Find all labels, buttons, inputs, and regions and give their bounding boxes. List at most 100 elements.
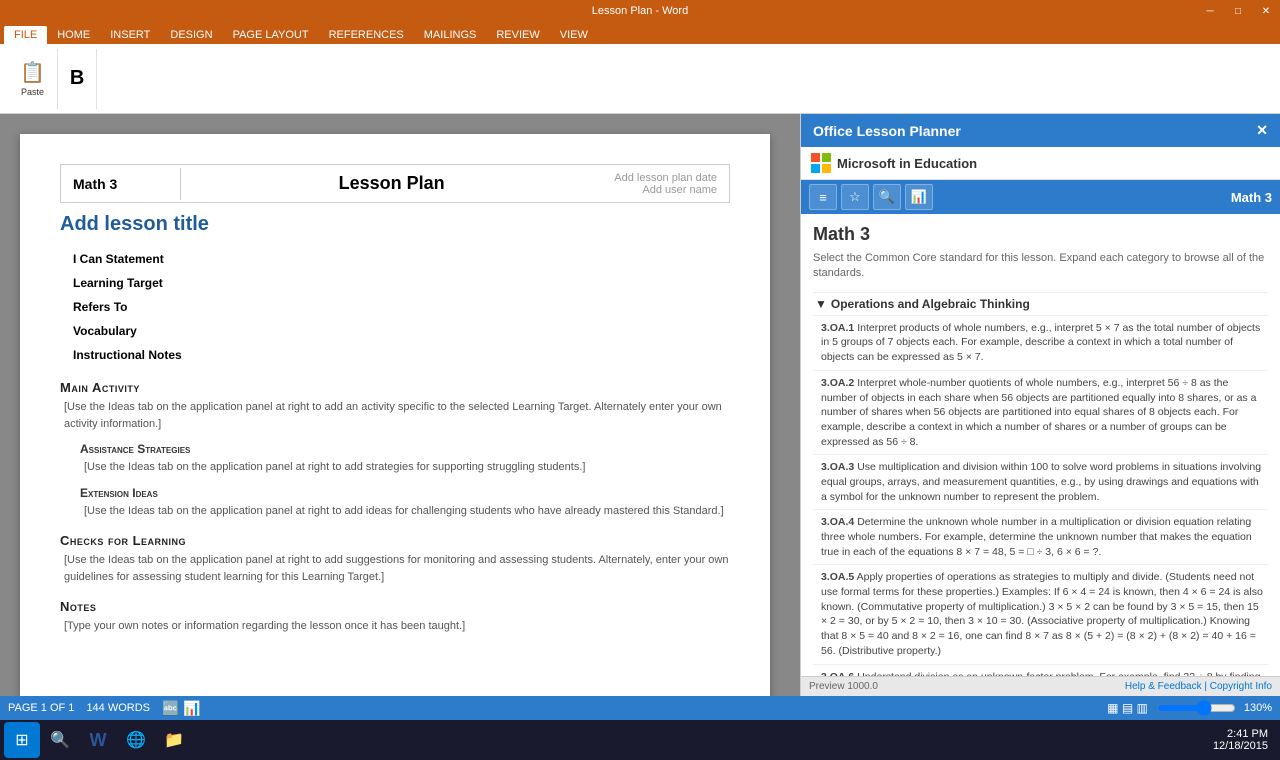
tab-page-layout[interactable]: PAGE LAYOUT [223, 26, 319, 44]
status-view-icons: ▦ ▤ ▥ [1107, 701, 1148, 715]
start-button[interactable]: ⊞ [4, 722, 40, 758]
category-expand-icon: ▼ [815, 297, 827, 311]
panel-list-btn[interactable]: ≡ [809, 184, 837, 210]
status-icons: 🔤 📊 [162, 700, 201, 717]
taskbar-browser[interactable]: 🌐 [118, 722, 154, 758]
tab-home[interactable]: HOME [47, 26, 100, 44]
tab-view[interactable]: VIEW [550, 26, 598, 44]
panel-body: Math 3 Select the Common Core standard f… [801, 214, 1280, 676]
notes-section: Notes [Type your own notes or informatio… [60, 599, 730, 635]
checks-learning-section: Checks for Learning [Use the Ideas tab o… [60, 533, 730, 585]
zoom-slider[interactable] [1156, 701, 1236, 715]
ribbon-group-font: B [58, 49, 97, 109]
microsoft-logo [811, 153, 831, 173]
main-activity-section: Main Activity [Use the Ideas tab on the … [60, 380, 730, 432]
tab-review[interactable]: REVIEW [486, 26, 549, 44]
section-learning-target[interactable]: Learning Target [60, 272, 730, 294]
panel-brand-name: Microsoft in Education [837, 156, 977, 171]
panel-math-label: Math 3 [1231, 190, 1272, 205]
panel-footer-preview: Preview 1000.0 [809, 681, 878, 692]
status-words: 144 WORDS [86, 702, 150, 714]
status-zoom: 130% [1244, 702, 1272, 714]
section-refers-to[interactable]: Refers To [60, 296, 730, 318]
section-vocabulary[interactable]: Vocabulary [60, 320, 730, 342]
notes-content[interactable]: [Type your own notes or information rega… [64, 618, 730, 635]
document-page: Math 3 Lesson Plan Add lesson plan date … [20, 134, 770, 696]
bold-icon: B [70, 67, 84, 90]
standard-item-3oa1[interactable]: 3.OA.1 Interpret products of whole numbe… [813, 315, 1268, 370]
title-text: Lesson Plan - Word [592, 5, 688, 17]
standards-list: ▼ Operations and Algebraic Thinking 3.OA… [813, 292, 1268, 676]
main-activity-title: Main Activity [60, 380, 730, 395]
panel-footer: Preview 1000.0 Help & Feedback | Copyrig… [801, 676, 1280, 696]
assistance-strategies-title: Assistance Strategies [80, 442, 730, 456]
section-list: I Can Statement Learning Target Refers T… [60, 248, 730, 366]
tab-references[interactable]: REFERENCES [319, 26, 414, 44]
assistance-strategies-section: Assistance Strategies [Use the Ideas tab… [80, 442, 730, 476]
taskbar-clock: 2:41 PM 12/18/2015 [1205, 728, 1276, 752]
taskbar-search[interactable]: 🔍 [42, 722, 78, 758]
standard-item-3oa2[interactable]: 3.OA.2 Interpret whole-number quotients … [813, 370, 1268, 454]
status-bar: PAGE 1 OF 1 144 WORDS 🔤 📊 ▦ ▤ ▥ 130% [0, 696, 1280, 720]
taskbar: ⊞ 🔍 W 🌐 📁 2:41 PM 12/18/2015 [0, 720, 1280, 760]
panel-subtitle: Select the Common Core standard for this… [813, 251, 1268, 282]
notes-title: Notes [60, 599, 730, 614]
assistance-strategies-content[interactable]: [Use the Ideas tab on the application pa… [84, 459, 730, 476]
tab-mailings[interactable]: MAILINGS [414, 26, 487, 44]
panel-ideas-btn[interactable]: ☆ [841, 184, 869, 210]
panel-toolbar: ≡ ☆ 🔍 📊 Math 3 [801, 180, 1280, 214]
paste-icon: 📋 [20, 60, 45, 85]
main-activity-content[interactable]: [Use the Ideas tab on the application pa… [64, 399, 730, 432]
section-i-can-statement[interactable]: I Can Statement [60, 248, 730, 270]
doc-lesson-plan-label: Lesson Plan [181, 165, 602, 202]
extension-ideas-title: Extension Ideas [80, 486, 730, 500]
panel-title: Math 3 [813, 224, 1268, 245]
panel-close-btn[interactable]: ✕ [1256, 122, 1268, 139]
category-operations[interactable]: ▼ Operations and Algebraic Thinking [813, 292, 1268, 315]
tab-insert[interactable]: INSERT [100, 26, 160, 44]
taskbar-explorer[interactable]: 📁 [156, 722, 192, 758]
extension-ideas-content[interactable]: [Use the Ideas tab on the application pa… [84, 503, 730, 520]
tab-design[interactable]: DESIGN [160, 26, 222, 44]
document-area: Math 3 Lesson Plan Add lesson plan date … [0, 114, 800, 696]
minimize-btn[interactable]: ─ [1196, 0, 1224, 22]
panel-toolbar-left: ≡ ☆ 🔍 📊 [809, 184, 933, 210]
checks-learning-content[interactable]: [Use the Ideas tab on the application pa… [64, 552, 730, 585]
doc-username-placeholder[interactable]: Add user name [614, 184, 717, 196]
clock-time: 2:41 PM [1213, 728, 1268, 740]
panel-brand-bar: Microsoft in Education [801, 147, 1280, 180]
ribbon-tabs: FILE HOME INSERT DESIGN PAGE LAYOUT REFE… [0, 22, 1280, 44]
extension-ideas-section: Extension Ideas [Use the Ideas tab on th… [80, 486, 730, 520]
ribbon-group-clipboard: 📋 Paste [8, 49, 58, 109]
search-icon: 🔍 [50, 730, 70, 750]
restore-btn[interactable]: □ [1224, 0, 1252, 22]
close-btn[interactable]: ✕ [1252, 0, 1280, 22]
panel-chart-btn[interactable]: 📊 [905, 184, 933, 210]
standard-item-3oa4[interactable]: 3.OA.4 Determine the unknown whole numbe… [813, 509, 1268, 564]
doc-header-right: Add lesson plan date Add user name [602, 168, 729, 200]
standard-item-3oa6[interactable]: 3.OA.6 Understand division as an unknown… [813, 664, 1268, 676]
panel-header-title: Office Lesson Planner [813, 123, 961, 139]
section-instructional-notes[interactable]: Instructional Notes [60, 344, 730, 366]
window-controls: ─ □ ✕ [1196, 0, 1280, 22]
clock-date: 12/18/2015 [1213, 740, 1268, 752]
panel-header: Office Lesson Planner ✕ [801, 114, 1280, 147]
status-page-info: PAGE 1 OF 1 [8, 702, 74, 714]
add-lesson-title[interactable]: Add lesson title [60, 213, 730, 236]
category-label: Operations and Algebraic Thinking [831, 297, 1030, 311]
bold-btn[interactable]: B [66, 65, 88, 92]
title-bar: Lesson Plan - Word ─ □ ✕ [0, 0, 1280, 22]
standard-item-3oa5[interactable]: 3.OA.5 Apply properties of operations as… [813, 564, 1268, 663]
checks-learning-title: Checks for Learning [60, 533, 730, 548]
ribbon-content: 📋 Paste B [0, 44, 1280, 114]
standard-item-3oa3[interactable]: 3.OA.3 Use multiplication and division w… [813, 454, 1268, 509]
tab-file[interactable]: FILE [4, 26, 47, 44]
paste-label: Paste [21, 87, 44, 97]
main-area: Math 3 Lesson Plan Add lesson plan date … [0, 114, 1280, 696]
taskbar-word[interactable]: W [80, 722, 116, 758]
panel-search-btn[interactable]: 🔍 [873, 184, 901, 210]
doc-date-placeholder[interactable]: Add lesson plan date [614, 172, 717, 184]
paste-btn[interactable]: 📋 Paste [16, 58, 49, 99]
doc-subject: Math 3 [61, 168, 181, 200]
panel-footer-help[interactable]: Help & Feedback | Copyright Info [1125, 681, 1272, 692]
